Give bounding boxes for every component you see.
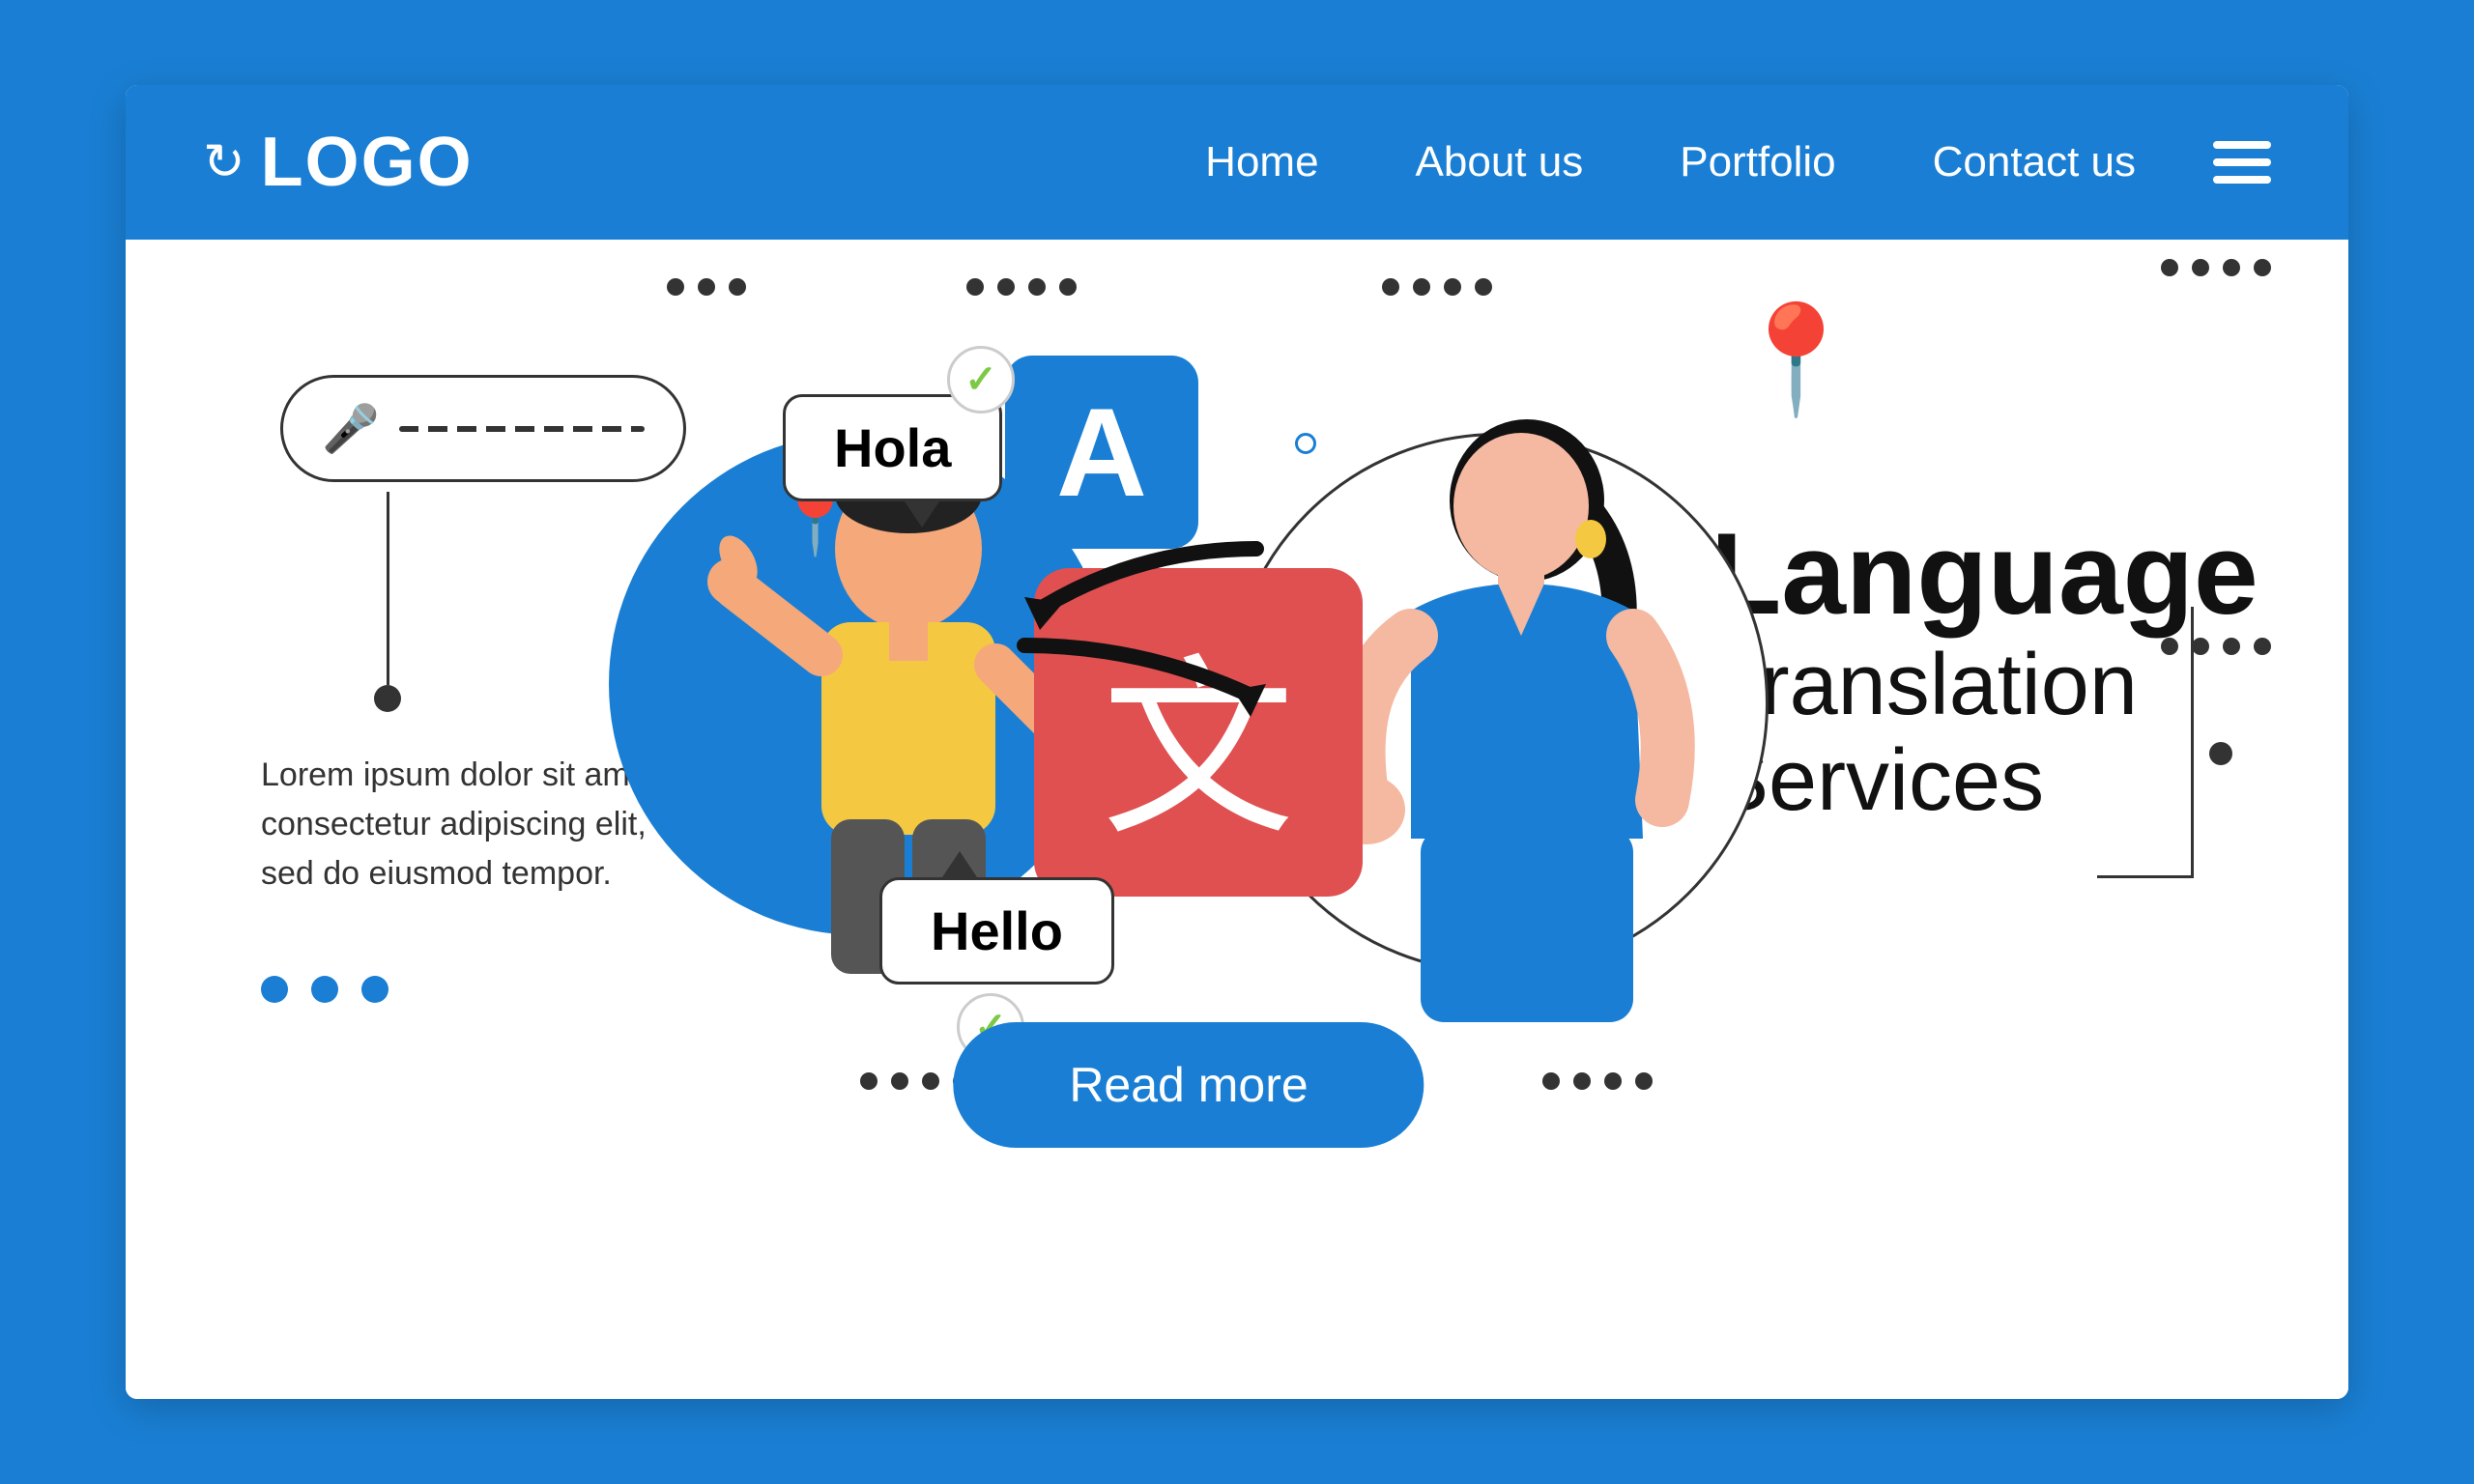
blue-dot-3 — [361, 976, 388, 1003]
title-line1: Language — [1711, 510, 2271, 638]
check-circle-top: ✓ — [947, 346, 1015, 414]
hero-section: 🎤 Lorem ipsum dolor sit amet, consectetu… — [126, 240, 2348, 1399]
center-illustration: 📍 — [667, 317, 1711, 1186]
logo-icon: ↻ — [203, 133, 245, 191]
blue-dot-2 — [311, 976, 338, 1003]
blue-dot-1 — [261, 976, 288, 1003]
hello-text: Hello — [931, 900, 1063, 961]
nav-home[interactable]: Home — [1205, 138, 1318, 186]
hero-content: 🎤 Lorem ipsum dolor sit amet, consectetu… — [203, 317, 2271, 1186]
dots-top-right — [1382, 278, 1492, 296]
navbar: ↻ LOGO Home About us Portfolio Contact u… — [126, 85, 2348, 240]
deco-dot-right — [2209, 742, 2232, 765]
dots-bottom-right — [1542, 1072, 1653, 1090]
hola-text: Hola — [834, 417, 951, 478]
dots-top-right-section — [2161, 259, 2271, 276]
logo-area: ↻ LOGO — [203, 123, 1205, 202]
woman-svg — [1305, 414, 1749, 1070]
dots-top-left — [667, 278, 746, 296]
three-dots — [203, 976, 667, 1003]
vertical-line-left — [387, 492, 389, 685]
arrows-svg — [1005, 510, 1276, 723]
nav-links: Home About us Portfolio Contact us — [1205, 138, 2136, 186]
mic-bubble: 🎤 — [280, 375, 686, 482]
nav-portfolio[interactable]: Portfolio — [1680, 138, 1835, 186]
wave-line — [399, 426, 645, 432]
microphone-icon: 🎤 — [322, 401, 380, 456]
dot-end-left — [374, 685, 401, 712]
read-more-button[interactable]: Read more — [953, 1022, 1424, 1148]
dots-top-center — [966, 278, 1077, 296]
a-letter: A — [1056, 380, 1147, 525]
hello-speech-bubble: Hello — [879, 877, 1114, 985]
left-section: 🎤 Lorem ipsum dolor sit amet, consectetu… — [203, 317, 667, 1003]
title-line3: Services — [1711, 733, 2271, 829]
check-mark-top: ✓ — [964, 357, 997, 402]
woman-illustration — [1305, 414, 1749, 1070]
logo-text: LOGO — [261, 123, 474, 202]
right-section: 📍 Language Translation Services — [1711, 317, 2271, 829]
hamburger-menu[interactable] — [2213, 141, 2271, 184]
lorem-text: Lorem ipsum dolor sit amet, consectetur … — [203, 751, 667, 899]
hero-title: Language Translation Services — [1711, 510, 2271, 829]
nav-contact[interactable]: Contact us — [1933, 138, 2136, 186]
location-pin-right: 📍 — [1730, 298, 1862, 422]
nav-about[interactable]: About us — [1416, 138, 1584, 186]
dots-mid-right — [2161, 638, 2271, 655]
deco-hline-right — [2097, 875, 2194, 878]
main-card: ↻ LOGO Home About us Portfolio Contact u… — [126, 85, 2348, 1399]
